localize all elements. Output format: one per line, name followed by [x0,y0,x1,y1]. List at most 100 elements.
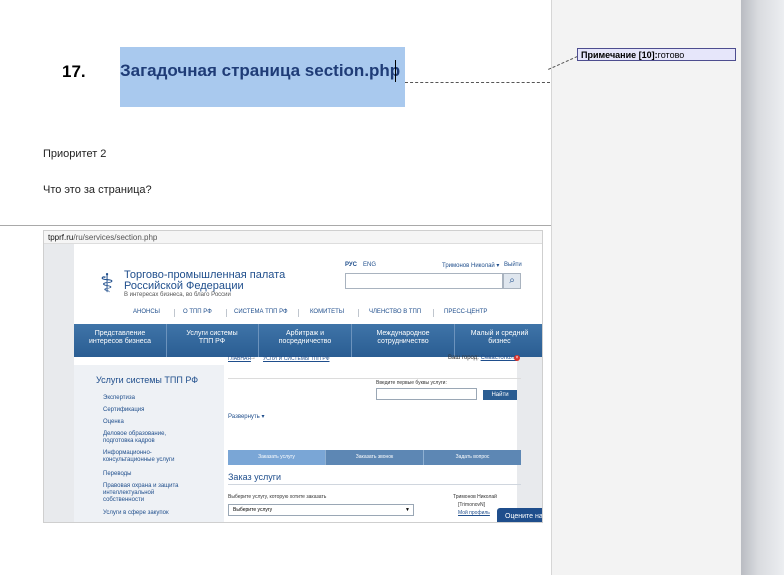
comment-connector [405,82,550,83]
profile-link[interactable]: Мой профиль [458,510,490,516]
sidebar-item-procurement[interactable]: Услуги в сфере закупок [103,510,169,517]
sidebar-item-label: интеллектуальной [103,490,155,496]
sidebar-item-label: Услуги в сфере закупок [103,510,169,516]
topnav-item-about[interactable]: О ТПП РФ [183,309,212,315]
mainnav-item-international[interactable]: Международное сотрудничество [352,330,454,346]
city-label: Ваш город: [448,355,479,361]
search-icon[interactable]: ⌕ [503,273,521,289]
url-domain: tpprf.ru [48,233,74,242]
lang-ru-link[interactable]: РУС [345,262,357,268]
find-button[interactable]: Найти [483,390,517,400]
mainnav-item-representation[interactable]: Представление интересов бизнеса [74,330,166,346]
url-bar: tpprf.ru/ru/services/section.php [44,231,542,244]
find-service-input[interactable] [376,388,477,400]
mainnav-label-line1: Представление [94,330,146,337]
comment-label: Примечание [10]: [581,50,658,60]
topnav-separator [298,309,299,317]
topnav-separator [226,309,227,317]
document-page: 17. Загадочная страница section.php Прио… [0,0,741,575]
breadcrumb-current[interactable]: УСЛУГИ СИСТЕМЫ ТПП РФ [263,356,330,362]
main-nav-bar: Представление интересов бизнеса Услуги с… [74,324,542,357]
page-heading: Загадочная страница section.php [120,61,401,80]
sidebar-item-valuation[interactable]: Оценка [103,419,124,426]
caduceus-logo-icon: ⚕ [99,268,115,298]
sidebar-item-label: Экспертиза [103,395,135,401]
mainnav-label-line1: Арбитраж и [285,330,324,337]
org-name-line2: Российской Федерации [124,280,244,292]
exit-link[interactable]: Выйти [504,262,522,268]
sidebar-item-label: консультационные услуги [103,457,175,463]
right-gutter [517,357,542,522]
sidebar-item-label: Деловое образование, [103,431,167,437]
mainnav-label-line1: Международное [376,330,430,337]
sidebar-item-expertise[interactable]: Экспертиза [103,395,135,402]
city-selector[interactable]: Ваш город: Севастополь [448,355,517,361]
choose-service-select[interactable]: Выберите услугу ▼ [228,504,414,516]
lang-en-link[interactable]: ENG [363,262,376,268]
breadcrumb-arrow-icon: → [250,355,256,361]
breadcrumb-home[interactable]: ГЛАВНАЯ [228,356,251,362]
find-service-label: Введите первые буквы услуги: [376,380,447,386]
heading-selection[interactable]: Загадочная страница section.php [120,47,405,107]
order-tabs: Заказать услугу Заказать звонок Задать в… [228,450,521,465]
comment-text: готово [657,50,685,60]
sidebar-item-education[interactable]: Деловое образование, подготовка кадров [103,431,166,445]
url-path: /ru/services/section.php [73,233,158,242]
priority-text: Приоритет 2 [43,148,107,160]
sidebar-item-label: Информационно- [103,450,152,456]
topnav-separator [174,309,175,317]
mainnav-item-arbitration[interactable]: Арбитраж и посредничество [259,330,351,346]
topnav-item-system[interactable]: СИСТЕМА ТПП РФ [234,309,288,315]
select-value: Выберите услугу [233,507,273,513]
mainnav-item-services[interactable]: Услуги системы ТПП РФ [167,330,257,346]
org-tagline: В интересах бизнеса, во благо России [124,292,231,298]
site-search-input[interactable] [345,273,503,289]
mainnav-label-line2: сотрудничество [377,338,429,345]
sidebar-item-consulting[interactable]: Информационно- консультационные услуги [103,450,174,464]
city-close-icon[interactable]: × [514,355,520,361]
topnav-item-committees[interactable]: КОМИТЕТЫ [310,309,344,315]
question-text: Что это за страница? [43,184,152,196]
divider [228,484,521,485]
left-gutter [44,244,74,522]
sidebar-title: Услуги системы ТПП РФ [96,375,199,385]
topnav-item-press[interactable]: ПРЕСС-ЦЕНТР [444,309,487,315]
sidebar-item-label: Переводы [103,471,132,477]
mainnav-label-line2: посредничество [278,338,332,345]
item-number: 17. [62,62,86,81]
rate-button[interactable]: Оцените на [497,508,542,522]
sidebar-item-label: Сертификация [103,407,145,413]
mainnav-item-sme[interactable]: Малый и средний бизнес [455,330,542,346]
chevron-down-icon: ▼ [405,507,410,513]
topnav-item-announcements[interactable]: АНОНСЫ [133,309,160,315]
sidebar-item-label: Оценка [103,419,124,425]
order-title: Заказ услуги [228,472,282,482]
mainnav-label-line1: Малый и средний [470,330,529,337]
user-menu[interactable]: Тримонов Николай ▾ [442,262,499,269]
text-cursor [395,60,396,82]
comment-balloon[interactable]: Примечание [10]:готово [577,48,736,61]
topnav-item-membership[interactable]: ЧЛЕНСТВО В ТПП [369,309,421,315]
mainnav-label-line2: интересов бизнеса [89,338,151,345]
topnav-separator [433,309,434,317]
sidebar-item-label: собственности [103,497,145,503]
tab-ask-question[interactable]: Задать вопрос [424,450,521,465]
topnav-separator [358,309,359,317]
sidebar-item-label: подготовка кадров [103,438,155,444]
comments-margin [551,0,742,575]
tab-order-call[interactable]: Заказать звонок [326,450,423,465]
profile-login: [TrimonovN] [458,502,486,508]
sidebar-item-certification[interactable]: Сертификация [103,407,144,414]
site-content: ⚕ Торгово-промышленная палата Российской… [44,244,542,522]
sidebar-item-ip-protection[interactable]: Правовая охрана и защита интеллектуально… [103,483,179,504]
vertical-scrollbar[interactable] [741,0,784,575]
mainnav-label-line1: Услуги системы [186,330,238,337]
sidebar-item-translations[interactable]: Переводы [103,471,131,478]
mainnav-label-line2: бизнес [488,338,511,345]
city-value[interactable]: Севастополь [481,355,517,361]
expand-link[interactable]: Развернуть ▾ [228,413,264,420]
divider [228,378,521,379]
choose-service-label: Выберите услугу, которую хотите заказать [228,494,327,500]
mainnav-label-line2: ТПП РФ [198,338,226,345]
tab-order-service[interactable]: Заказать услугу [228,450,325,465]
